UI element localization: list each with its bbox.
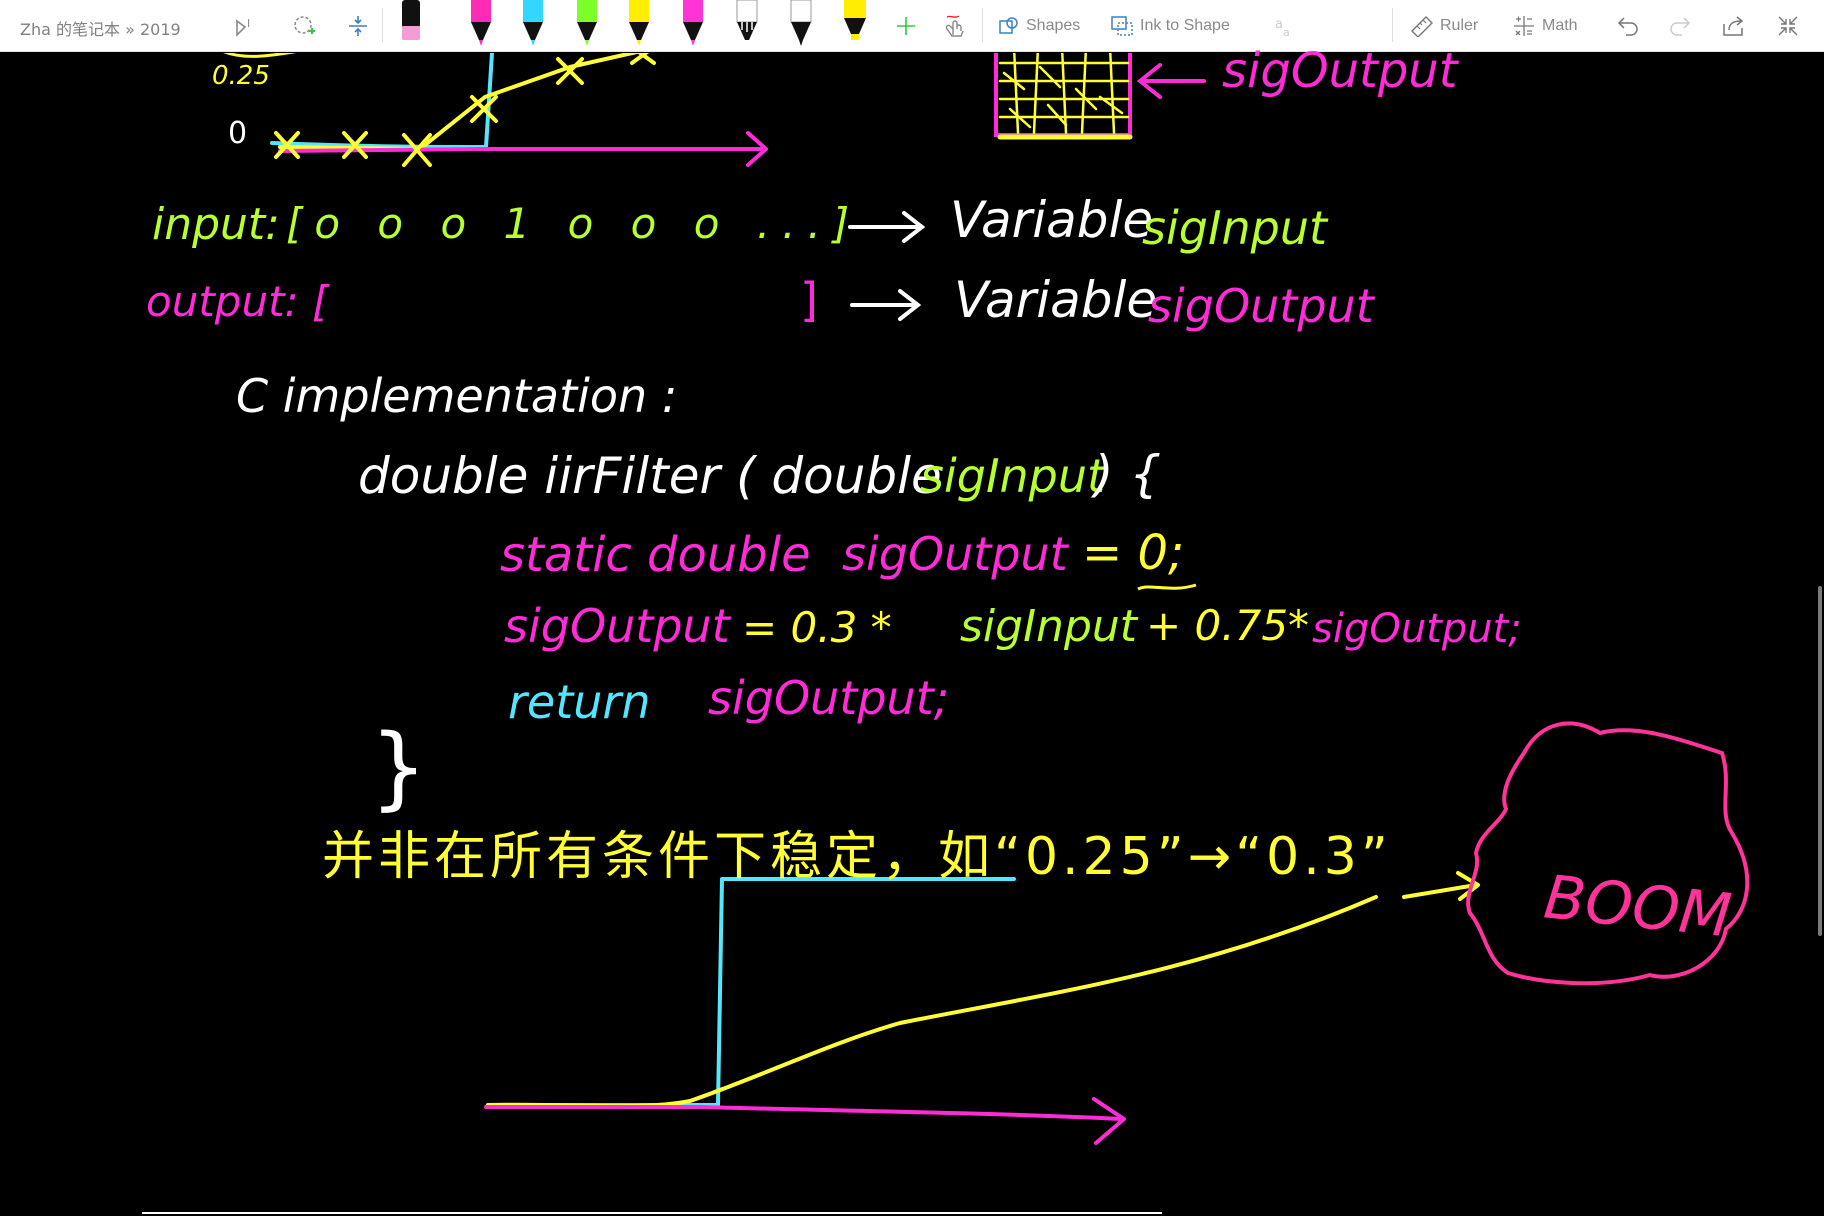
code-close-brace: } <box>370 715 428 820</box>
code-assign-out: sigOutput; <box>1312 606 1522 652</box>
shapes-icon <box>999 17 1018 34</box>
notebook-title: Zha 的笔记本 » 2019 <box>20 20 181 39</box>
input-label: input: <box>152 199 281 250</box>
svg-text:a: a <box>1283 26 1290 38</box>
pen-cyan-icon[interactable] <box>520 0 546 46</box>
svg-text:I: I <box>247 17 250 30</box>
pen-black-icon[interactable] <box>788 0 814 46</box>
shapes-label: Shapes <box>1026 17 1081 34</box>
code-static-init: = 0; <box>1082 525 1185 581</box>
redo-icon[interactable] <box>1666 12 1694 40</box>
ink-to-text-icon[interactable]: aa <box>1270 12 1298 40</box>
output-close-bracket: ] <box>800 273 818 327</box>
stability-note: 并非在所有条件下稳定，如“0.25”→“0.3” <box>322 827 1392 887</box>
highlighter-icon[interactable] <box>842 0 868 46</box>
insert-space-icon[interactable] <box>344 12 372 40</box>
boom-text: BOOM <box>1540 862 1735 952</box>
ink-canvas[interactable]: 0.25 0 sigOutput input: [o o o 1 o o o .… <box>0 47 1824 1216</box>
code-assign-eq: = 0.3 * <box>742 603 892 652</box>
code-return-var: sigOutput; <box>708 671 950 725</box>
code-assign-in: sigInput <box>960 601 1138 652</box>
buffer-box <box>994 53 1206 140</box>
ruler-label: Ruler <box>1440 17 1479 34</box>
buffer-sigoutput-label: sigOutput <box>1222 43 1458 99</box>
vertical-scrollbar[interactable] <box>1818 586 1822 936</box>
toolbar-divider <box>1392 8 1393 42</box>
undo-icon[interactable] <box>1614 12 1642 40</box>
zero-underline <box>1137 583 1197 591</box>
shapes-button[interactable]: Shapes <box>998 12 1080 40</box>
y-tick-025: 0.25 <box>212 61 270 91</box>
code-assign-lhs: sigOutput <box>504 599 730 653</box>
toolbar: Zha 的笔记本 » 2019 I Shapes Ink to Shape aa… <box>0 0 1824 52</box>
ink-to-shape-label: Ink to Shape <box>1140 17 1230 34</box>
share-icon[interactable] <box>1720 12 1748 40</box>
collapse-icon[interactable] <box>1774 12 1802 40</box>
top-graph <box>223 53 768 167</box>
code-static-var: sigOutput <box>842 527 1068 581</box>
output-variable-label: Variable <box>954 271 1158 329</box>
code-signature-a: double iirFilter ( double <box>358 447 942 505</box>
pen-magenta-icon[interactable] <box>468 0 494 46</box>
output-label: output: [ <box>146 277 329 326</box>
code-signature-b: ) { <box>1094 445 1162 503</box>
pen-green-icon[interactable] <box>574 0 600 46</box>
code-static-kw: static double <box>500 527 811 583</box>
y-tick-0: 0 <box>228 116 248 151</box>
pen-white-icon[interactable] <box>734 0 760 46</box>
ruler-button[interactable]: Ruler <box>1410 12 1478 40</box>
lasso-select-icon[interactable] <box>290 12 318 40</box>
math-icon <box>1514 16 1534 36</box>
input-var-name: sigInput <box>1142 201 1328 255</box>
eraser-tool-icon[interactable] <box>398 0 424 46</box>
code-heading: C implementation : <box>236 369 678 423</box>
math-button[interactable]: Math <box>1512 12 1578 40</box>
lasso-text-icon[interactable]: I <box>232 12 260 40</box>
touch-draw-icon[interactable] <box>942 12 970 40</box>
code-return-kw: return <box>508 675 651 729</box>
input-values: [o o o 1 o o o ...] <box>286 199 862 248</box>
ruler-icon <box>1411 16 1433 37</box>
toolbar-divider <box>982 8 983 42</box>
ink-to-shape-button[interactable]: Ink to Shape <box>1110 12 1230 40</box>
toolbar-divider <box>382 8 383 42</box>
add-pen-icon[interactable] <box>892 12 920 40</box>
svg-text:a: a <box>1275 17 1283 32</box>
output-var-name: sigOutput <box>1148 279 1374 333</box>
ink-to-shape-icon <box>1111 16 1133 36</box>
input-variable-label: Variable <box>950 191 1154 249</box>
code-assign-plus: + 0.75* <box>1146 601 1310 650</box>
math-label: Math <box>1542 17 1578 34</box>
code-signature-var: sigInput <box>920 449 1106 503</box>
pen-yellow-icon[interactable] <box>626 0 652 46</box>
pen-pink-icon[interactable] <box>680 0 706 46</box>
bottom-graph <box>484 871 1480 1145</box>
